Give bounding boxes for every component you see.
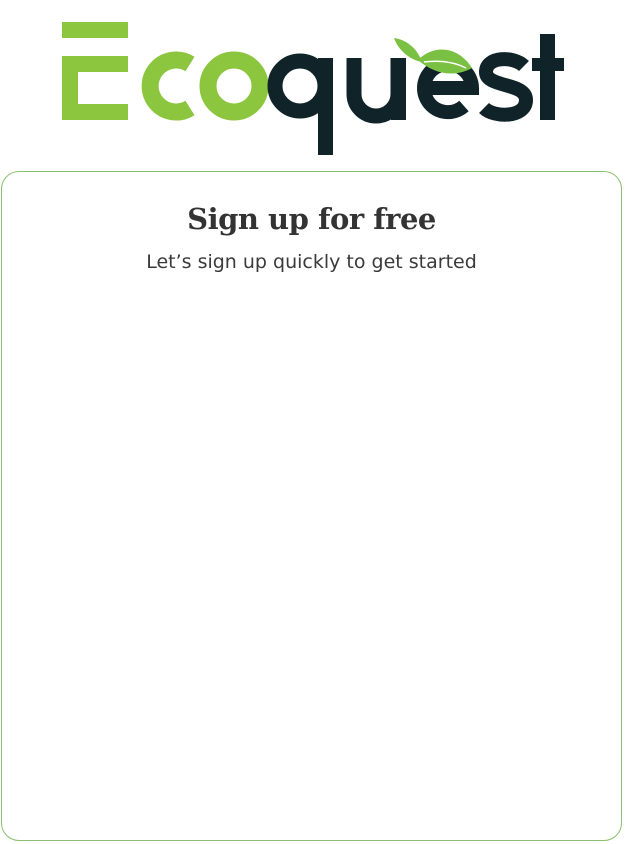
logo-letter-e	[62, 22, 128, 120]
signup-card: Sign up for free Let’s sign up quickly t…	[1, 171, 622, 841]
logo-letter-s	[478, 52, 534, 122]
logo-letter-o	[199, 51, 269, 121]
logo-letter-t	[532, 34, 564, 120]
page-subtitle: Let’s sign up quickly to get started	[146, 251, 477, 273]
ecoquest-logo	[62, 16, 564, 158]
logo-image	[62, 22, 564, 155]
page-title: Sign up for free	[187, 202, 436, 236]
logo-letter-q	[267, 53, 333, 155]
logo-letter-c	[141, 51, 195, 121]
